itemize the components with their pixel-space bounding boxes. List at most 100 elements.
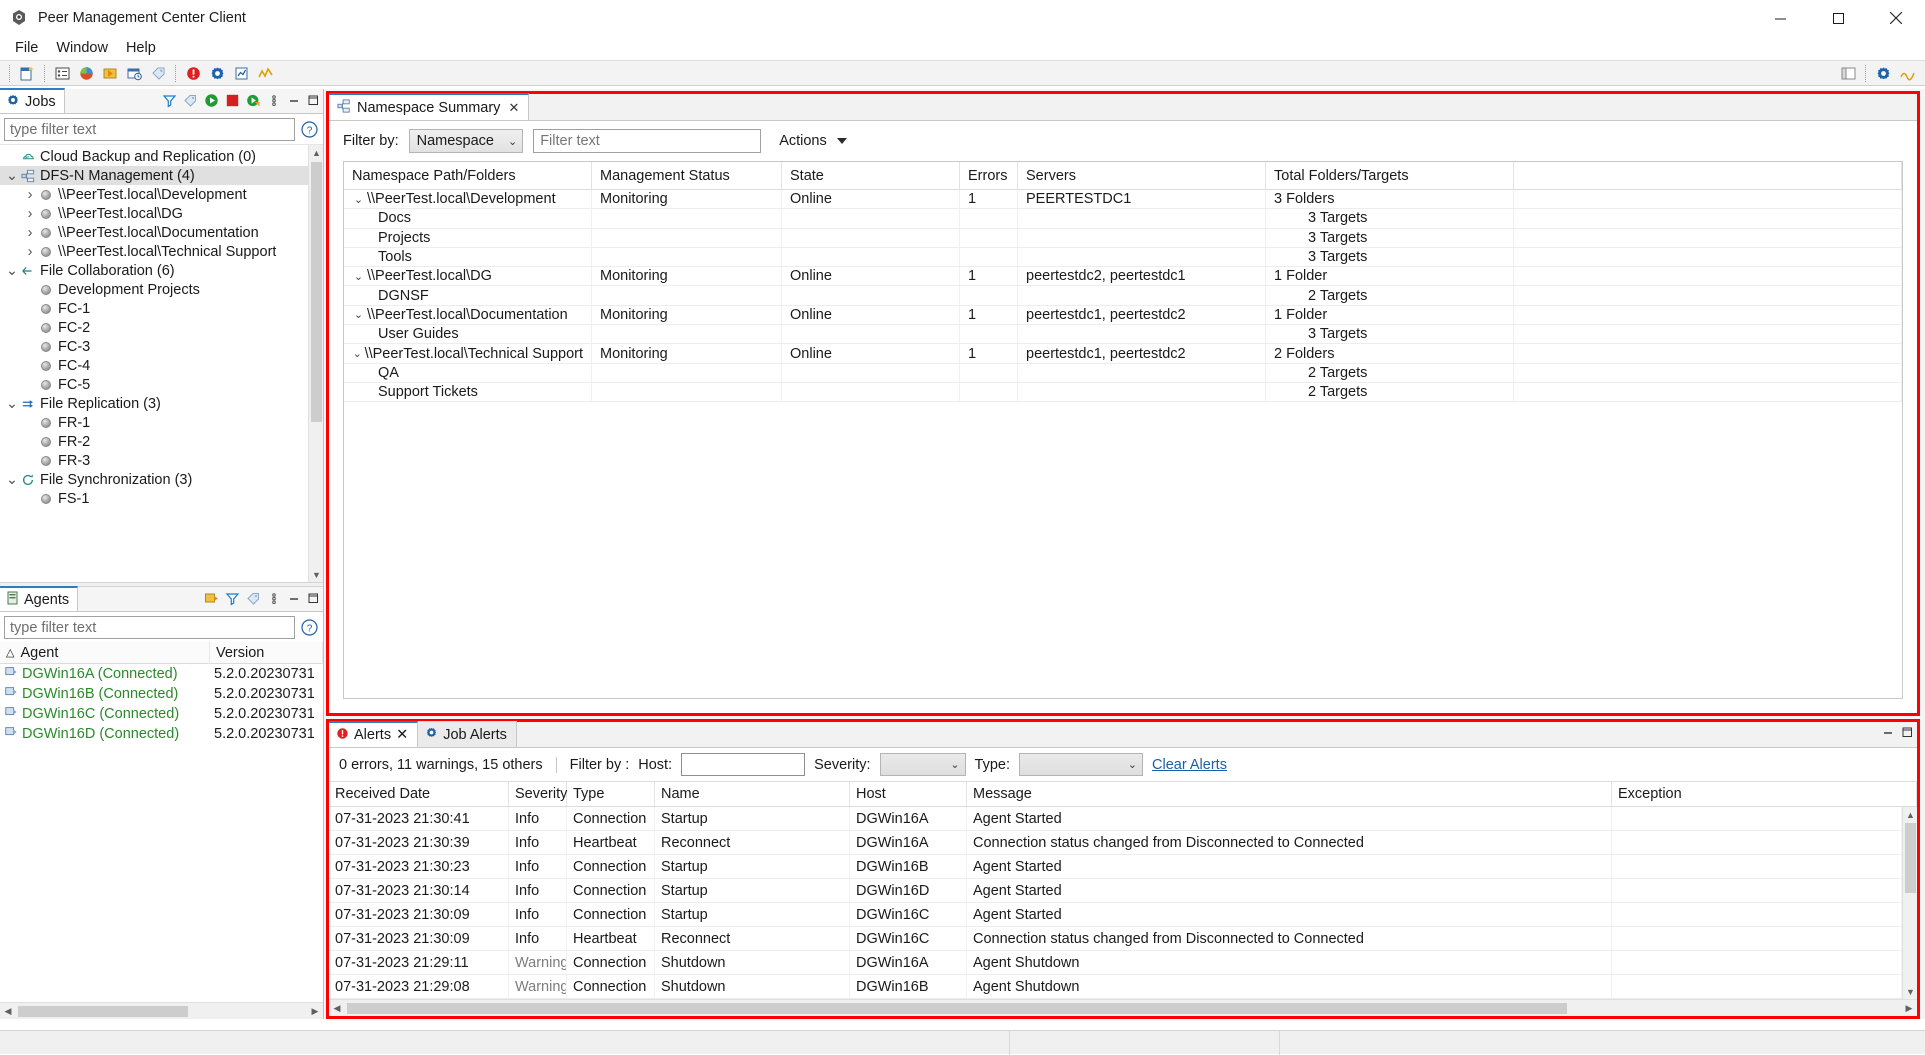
scroll-thumb[interactable] [18,1006,188,1017]
filter-icon[interactable] [160,91,178,109]
agents-col-agent[interactable]: △ Agent [0,642,210,664]
file-replication-icon[interactable] [123,62,145,84]
chevron-down-icon[interactable]: ⌄ [352,347,363,360]
chevron-right-icon[interactable]: › [22,206,38,222]
cloud-backup-icon[interactable] [75,62,97,84]
table-row[interactable]: 07-31-2023 21:30:23InfoConnectionStartup… [329,855,1902,879]
table-row[interactable]: QA2 Targets [344,364,1902,383]
al-col-host[interactable]: Host [850,782,967,806]
filter-icon[interactable] [223,589,241,607]
chevron-down-icon[interactable]: ⌄ [352,308,365,321]
alerts-minimize-button[interactable] [1880,724,1896,740]
jobs-tree-item[interactable]: FC-1 [0,299,323,318]
jobs-tree-item[interactable]: FR-3 [0,451,323,470]
alerts-vscrollbar[interactable]: ▲ ▼ [1902,807,1917,999]
jobs-tree-item[interactable]: FC-3 [0,337,323,356]
chevron-right-icon[interactable]: › [22,244,38,260]
help-icon[interactable]: ? [300,120,319,139]
agent-tool-icon[interactable] [202,589,220,607]
restart-icon[interactable] [244,91,262,109]
table-row[interactable]: ⌄\\PeerTest.local\Technical SupportMonit… [344,344,1902,363]
menu-file[interactable]: File [6,38,47,58]
file-collab-icon[interactable] [99,62,121,84]
menu-help[interactable]: Help [117,38,165,58]
jobs-tree-item[interactable]: Cloud Backup and Replication (0) [0,147,323,166]
jobs-tree-item[interactable]: ›\\PeerTest.local\DG [0,204,323,223]
agents-filter-input[interactable]: type filter text [4,616,295,639]
ns-col-path[interactable]: Namespace Path/Folders [344,162,592,189]
al-col-type[interactable]: Type [567,782,655,806]
table-row[interactable]: 07-31-2023 21:30:14InfoConnectionStartup… [329,879,1902,903]
tab-job-alerts[interactable]: Job Alerts [418,721,517,747]
alerts-icon[interactable] [182,62,204,84]
table-row[interactable]: ⌄\\PeerTest.local\DocumentationMonitorin… [344,306,1902,325]
table-row[interactable]: DGWin16A (Connected)5.2.0.20230731 [0,664,323,684]
jobs-tree-item[interactable]: FC-4 [0,356,323,375]
table-row[interactable]: Docs3 Targets [344,209,1902,228]
jobs-tree-item[interactable]: ›\\PeerTest.local\Documentation [0,223,323,242]
tab-jobs[interactable]: Jobs [0,88,65,113]
help-icon[interactable]: ? [300,618,319,637]
preferences-icon[interactable] [206,62,228,84]
table-row[interactable]: 07-31-2023 21:30:39InfoHeartbeatReconnec… [329,831,1902,855]
jobs-tree-item[interactable]: ⌄File Synchronization (3) [0,470,323,489]
jobs-tree-item[interactable]: ›\\PeerTest.local\Development [0,185,323,204]
ns-col-status[interactable]: Management Status [592,162,782,189]
perspective-icon[interactable] [1837,62,1859,84]
activity-icon[interactable] [254,62,276,84]
jobs-tree-item[interactable]: ⌄File Collaboration (6) [0,261,323,280]
scroll-right-arrow[interactable]: ▶ [1901,1000,1917,1016]
jobs-minimize-button[interactable] [286,92,302,108]
scroll-thumb[interactable] [311,162,322,422]
minimize-button[interactable] [1751,0,1809,36]
actions-button[interactable]: Actions [771,129,853,153]
chevron-right-icon[interactable]: › [22,187,38,203]
tag-icon[interactable] [147,62,169,84]
jobs-maximize-button[interactable] [305,92,321,108]
close-button[interactable] [1867,0,1925,36]
tab-agents[interactable]: Agents [0,586,78,611]
agents-minimize-button[interactable] [286,590,302,606]
scroll-up-arrow[interactable]: ▲ [309,145,323,160]
agents-hscrollbar[interactable]: ◀ ▶ [0,1002,323,1019]
scroll-left-arrow[interactable]: ◀ [329,1000,345,1016]
jobs-tree[interactable]: Cloud Backup and Replication (0)⌄DFS-N M… [0,144,323,582]
close-icon[interactable]: ✕ [508,100,519,116]
ns-col-total[interactable]: Total Folders/Targets [1266,162,1514,189]
settings-perspective-icon[interactable] [1872,62,1894,84]
al-col-date[interactable]: Received Date [329,782,509,806]
chevron-down-icon[interactable]: ⌄ [4,396,20,412]
table-row[interactable]: Support Tickets2 Targets [344,383,1902,402]
table-row[interactable]: 07-31-2023 21:30:09InfoConnectionStartup… [329,903,1902,927]
table-row[interactable]: DGWin16C (Connected)5.2.0.20230731 [0,704,323,724]
menu-window[interactable]: Window [47,38,117,58]
al-col-exception[interactable]: Exception [1612,782,1917,806]
alerts-type-select[interactable]: ⌄ [1019,753,1143,776]
filter-by-select[interactable]: Namespace ⌄ [409,129,524,153]
al-col-severity[interactable]: Severity [509,782,567,806]
table-row[interactable]: Tools3 Targets [344,248,1902,267]
jobs-tree-item[interactable]: FC-2 [0,318,323,337]
chevron-down-icon[interactable]: ⌄ [352,270,365,283]
alerts-severity-select[interactable]: ⌄ [880,753,966,776]
scroll-down-arrow[interactable]: ▼ [1903,984,1917,999]
ns-col-errors[interactable]: Errors [960,162,1018,189]
scroll-left-arrow[interactable]: ◀ [0,1003,16,1019]
alerts-hscrollbar[interactable]: ◀ ▶ [329,999,1917,1016]
agents-maximize-button[interactable] [305,590,321,606]
tag-icon[interactable] [244,589,262,607]
table-row[interactable]: 07-31-2023 21:30:41InfoConnectionStartup… [329,807,1902,831]
view-menu-icon[interactable] [265,589,283,607]
view-menu-icon[interactable] [265,91,283,109]
table-row[interactable]: DGWin16D (Connected)5.2.0.20230731 [0,724,323,744]
new-job-icon[interactable] [16,62,38,84]
run-icon[interactable] [202,91,220,109]
jobs-tree-item[interactable]: ⌄File Replication (3) [0,394,323,413]
tag-icon[interactable] [181,91,199,109]
jobs-tree-item[interactable]: FR-1 [0,413,323,432]
clear-alerts-link[interactable]: Clear Alerts [1152,757,1227,773]
table-row[interactable]: ⌄\\PeerTest.local\DevelopmentMonitoringO… [344,190,1902,209]
reports-icon[interactable] [230,62,252,84]
jobs-tree-item[interactable]: FR-2 [0,432,323,451]
table-row[interactable]: 07-31-2023 21:29:11WarningConnectionShut… [329,951,1902,975]
